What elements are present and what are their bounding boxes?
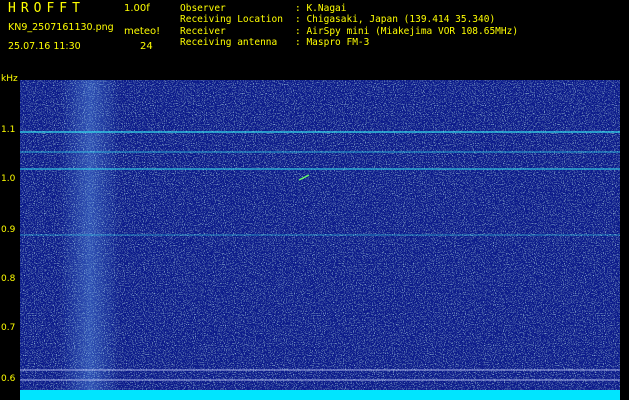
app-version: 1.00f: [124, 3, 150, 14]
image-filename: KN9_2507161130.png: [8, 22, 114, 33]
app-title: HROFFT: [8, 1, 85, 16]
info-label: Receiving Location: [180, 14, 283, 26]
info-label: Receiver: [180, 25, 226, 37]
info-value: : Maspro FM-3: [295, 36, 370, 48]
info-row-location: Receiving Location : Chigasaki, Japan (13…: [180, 14, 518, 25]
noise-band: [60, 80, 120, 395]
capture-datetime: 25.07.16 11:30: [8, 41, 81, 52]
y-tick-label: 0.6: [1, 374, 16, 384]
info-row-observer: Observer : K.Nagai: [180, 3, 518, 14]
info-label: Observer: [180, 3, 226, 14]
info-value: : AirSpy mini (Miakejima VOR 108.65MHz): [295, 25, 519, 37]
y-axis-unit: kHz: [1, 74, 18, 84]
info-row-antenna: Receiving antenna : Maspro FM-3: [180, 37, 518, 48]
info-value: : K.Nagai: [295, 3, 347, 14]
y-tick-label: 1.0: [1, 174, 16, 184]
meteor-count: 24: [140, 41, 153, 52]
y-tick-label: 1.1: [1, 125, 16, 135]
y-tick-label: 0.8: [1, 274, 16, 284]
station-info: Observer : K.Nagai Receiving Location : Ch…: [180, 3, 518, 48]
y-tick-label: 0.9: [1, 225, 16, 235]
meteor-label: meteo!: [124, 26, 161, 37]
header-panel: HROFFT 1.00f KN9_2507161130.png meteo! 2…: [0, 0, 629, 78]
info-row-receiver: Receiver : AirSpy mini (Miakejima VOR 108…: [180, 26, 518, 37]
info-label: Receiving antenna: [180, 36, 278, 48]
info-value: : Chigasaki, Japan (139.414 35.340): [295, 14, 496, 26]
signal-level-bar: [20, 390, 620, 400]
spectrogram-plot[interactable]: [20, 80, 620, 395]
y-tick-label: 0.7: [1, 323, 16, 333]
